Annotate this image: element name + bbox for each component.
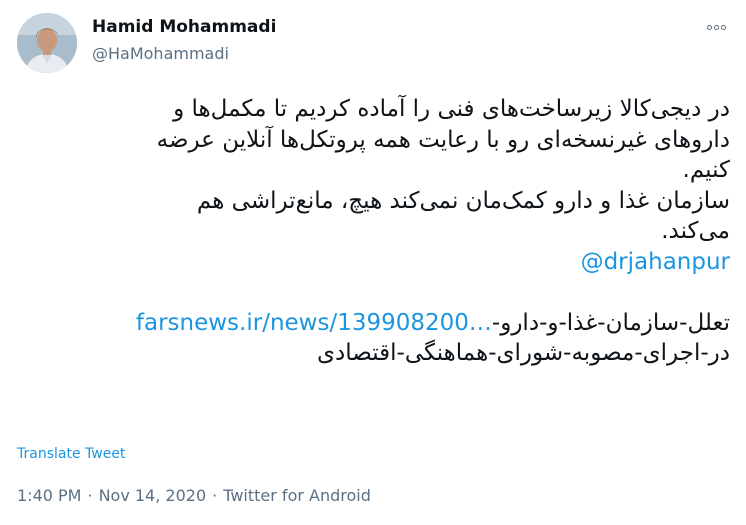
tweet-line: می‌کند. bbox=[661, 218, 730, 244]
tweet-date[interactable]: Nov 14, 2020 bbox=[99, 486, 207, 505]
mention-link[interactable]: @drjahanpur bbox=[581, 249, 730, 275]
translate-tweet-link[interactable]: Translate Tweet bbox=[17, 446, 125, 462]
more-options-icon[interactable] bbox=[700, 16, 732, 38]
more-dot bbox=[720, 24, 726, 30]
article-link[interactable]: farsnews.ir/news/139908200… bbox=[136, 310, 492, 336]
author-handle[interactable]: @HaMohammadi bbox=[92, 44, 229, 63]
separator: · bbox=[212, 486, 218, 505]
more-dot bbox=[706, 24, 712, 30]
mention-line: @drjahanpur bbox=[15, 247, 730, 278]
link-line: تعلل-سازمان-غذا-و-دارو-farsnews.ir/news/… bbox=[15, 308, 730, 339]
tweet-line: داروهای غیرنسخه‌ای رو با رعایت همه پروتک… bbox=[156, 126, 730, 153]
tweet-card: Hamid Mohammadi @HaMohammadi در دیجی‌کال… bbox=[0, 0, 746, 525]
tweet-line: کنیم. bbox=[682, 157, 730, 183]
separator: · bbox=[87, 486, 93, 505]
tweet-time[interactable]: 1:40 PM bbox=[17, 486, 81, 505]
avatar[interactable] bbox=[17, 13, 77, 73]
more-dot bbox=[713, 24, 719, 30]
author-name[interactable]: Hamid Mohammadi bbox=[92, 17, 276, 37]
tweet-line: سازمان غذا و دارو کمک‌مان نمی‌کند هیچ، م… bbox=[196, 187, 730, 214]
tweet-source[interactable]: Twitter for Android bbox=[223, 486, 371, 505]
link-tail-text: تعلل-سازمان-غذا-و-دارو- bbox=[491, 309, 730, 336]
link-line-continued: در-اجرای-مصوبه-شورای-هماهنگی-اقتصادی bbox=[317, 340, 730, 366]
tweet-metadata: 1:40 PM · Nov 14, 2020 · Twitter for Android bbox=[17, 486, 371, 505]
tweet-text: در دیجی‌کالا زیرساخت‌های فنی را آماده کر… bbox=[15, 94, 730, 369]
tweet-line: در دیجی‌کالا زیرساخت‌های فنی را آماده کر… bbox=[173, 96, 730, 122]
